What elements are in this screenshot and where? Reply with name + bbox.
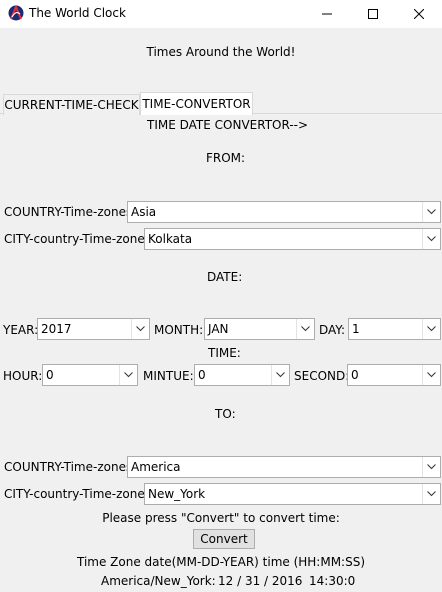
from-country-label: COUNTRY-Time-zones	[4, 205, 133, 219]
chevron-down-icon[interactable]	[422, 202, 440, 222]
day-label: DAY:	[319, 323, 346, 337]
month-value: JAN	[208, 322, 229, 336]
chevron-down-icon[interactable]	[422, 319, 440, 339]
year-label: YEAR:	[3, 323, 39, 337]
minute-select[interactable]: 0	[194, 364, 290, 386]
maximize-icon	[368, 9, 378, 19]
app-logo-icon	[8, 4, 24, 21]
month-select[interactable]: JAN	[204, 318, 315, 340]
result-header: Time Zone date(MM-DD-YEAR) time (HH:MM:S…	[76, 555, 366, 569]
header-title: Times Around the World!	[146, 45, 296, 59]
second-value: 0	[351, 368, 359, 382]
to-city-value: New_York	[148, 487, 206, 501]
chevron-down-icon[interactable]	[271, 365, 289, 385]
minute-label: MINTUE:	[143, 369, 194, 383]
result-time: 14:30:0	[309, 574, 356, 588]
chevron-down-icon[interactable]	[422, 365, 440, 385]
from-section-label: FROM:	[206, 151, 246, 165]
chevron-down-icon[interactable]	[119, 365, 137, 385]
date-section-label: DATE:	[207, 270, 243, 284]
minimize-button[interactable]	[304, 0, 350, 28]
tab-time-convertor[interactable]: TIME-CONVERTOR	[140, 92, 253, 115]
close-icon	[414, 9, 424, 19]
second-select[interactable]: 0	[347, 364, 441, 386]
chevron-down-icon[interactable]	[422, 484, 440, 504]
year-select[interactable]: 2017	[37, 318, 150, 340]
from-country-select[interactable]: Asia	[127, 201, 441, 223]
hour-value: 0	[46, 368, 54, 382]
hour-label: HOUR:	[3, 369, 43, 383]
convert-instruction: Please press "Convert" to convert time:	[102, 511, 340, 525]
to-city-select[interactable]: New_York	[144, 483, 441, 505]
title-bar: The World Clock	[0, 0, 442, 28]
hour-select[interactable]: 0	[42, 364, 138, 386]
from-city-value: Kolkata	[148, 232, 193, 246]
to-section-label: TO:	[215, 407, 236, 421]
chevron-down-icon[interactable]	[131, 319, 149, 339]
second-label: SECOND:	[294, 369, 350, 383]
result-zone: America/New_York:	[101, 574, 216, 588]
minute-value: 0	[198, 368, 206, 382]
minimize-icon	[322, 9, 332, 19]
chevron-down-icon[interactable]	[422, 229, 440, 249]
to-country-select[interactable]: America	[127, 456, 441, 478]
close-button[interactable]	[396, 0, 442, 28]
maximize-button[interactable]	[350, 0, 396, 28]
convertor-heading: TIME DATE CONVERTOR-->	[147, 118, 309, 132]
window-title: The World Clock	[29, 6, 126, 20]
chevron-down-icon[interactable]	[296, 319, 314, 339]
time-section-label: TIME:	[208, 346, 241, 360]
to-country-label: COUNTRY-Time-zones	[4, 460, 133, 474]
result-date: 12 / 31 / 2016	[218, 574, 303, 588]
chevron-down-icon[interactable]	[422, 457, 440, 477]
tab-current-time-check[interactable]: CURRENT-TIME-CHECK	[3, 94, 140, 115]
from-country-value: Asia	[131, 205, 157, 219]
to-country-value: America	[131, 460, 181, 474]
from-city-select[interactable]: Kolkata	[144, 228, 441, 250]
convert-button[interactable]: Convert	[193, 529, 255, 549]
year-value: 2017	[41, 322, 72, 336]
day-select[interactable]: 1	[348, 318, 441, 340]
to-city-label: CITY-country-Time-zones	[4, 487, 151, 501]
month-label: MONTH:	[154, 323, 204, 337]
from-city-label: CITY-country-Time-zones	[4, 232, 151, 246]
day-value: 1	[352, 322, 360, 336]
